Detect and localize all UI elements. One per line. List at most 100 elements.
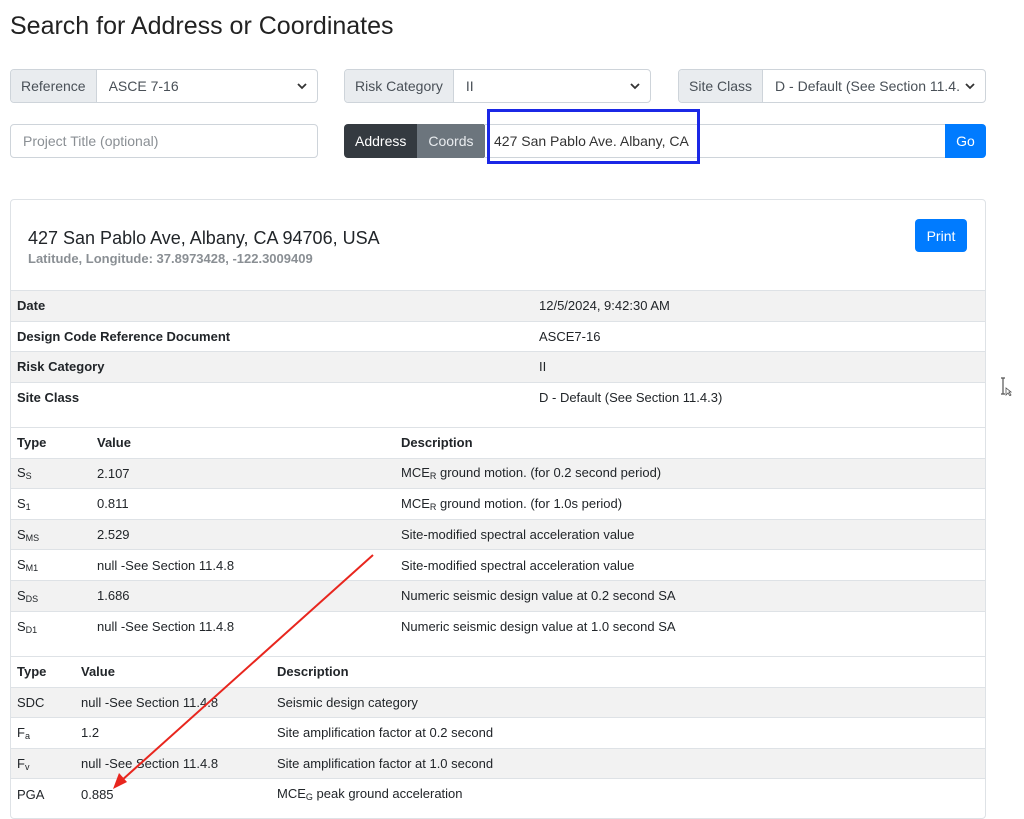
value-cell: 0.811 [91,488,395,520]
type-subscript: DS [25,593,39,604]
type-subscript: a [24,730,30,741]
table-row: SDS 1.686 Numeric seismic design value at … [11,579,985,612]
value-cell: null -See Section 11.4.8 [91,610,395,642]
coords-mode-button[interactable]: Coords [417,124,485,158]
column-header: Value [75,656,271,688]
description-text: Site amplification factor at 1.0 second [277,756,494,772]
address-input-value: 427 San Pablo Ave. Albany, CA [494,133,689,149]
info-row: Site Class D - Default (See Section 11.4.… [11,381,985,413]
type-cell: Fa [11,717,75,749]
description-cell: MCER ground motion. (for 0.2 second peri… [395,457,985,489]
project-title-input[interactable]: Project Title (optional) [10,124,318,158]
description-text: MCE [401,465,430,481]
type-symbol: F [17,724,25,740]
type-symbol: S [17,557,26,573]
description-cell: Seismic design category [271,686,985,718]
risk-category-label: Risk Category [345,70,454,102]
info-row: Date 12/5/2024, 9:42:30 AM [11,290,985,321]
column-header: Description [271,656,985,688]
site-class-value: D - Default (See Section 11.4.3) [775,78,959,94]
info-label: Design Code Reference Document [11,320,533,352]
description-cell: Numeric seismic design value at 1.0 seco… [395,610,985,642]
type-cell: Fv [11,747,75,779]
site-class-select[interactable]: Site Class D - Default (See Section 11.4… [678,69,986,103]
print-button[interactable]: Print [915,219,967,252]
table-row: PGA 0.885 MCEG peak ground acceleration [11,778,985,810]
search-mode-toggle: Address Coords [344,124,485,158]
chevron-down-icon [965,83,975,90]
info-value: D - Default (See Section 11.4.3) [533,381,985,413]
type-subscript: 1 [25,501,31,512]
value-cell: null -See Section 11.4.8 [75,686,271,718]
description-cell: Site amplification factor at 1.0 second [271,747,985,779]
table-row: SD1 null -See Section 11.4.8 Numeric seism… [11,610,985,642]
go-button[interactable]: Go [945,124,986,158]
column-header: Type [11,656,75,688]
type-symbol: SDC [17,694,45,710]
column-header: Type [11,427,91,459]
description-cell: MCEG peak ground acceleration [271,778,985,810]
reference-value: ASCE 7-16 [108,78,179,94]
result-address: 427 San Pablo Ave, Albany, CA 94706, USA [28,228,380,248]
type-symbol: S [17,587,26,603]
address-mode-button[interactable]: Address [344,124,418,158]
description-text: MCE [277,786,306,802]
description-cell: Site-modified spectral acceleration valu… [395,518,985,550]
table-row: SDC null -See Section 11.4.8 Seismic desig… [11,686,985,718]
info-value: 12/5/2024, 9:42:30 AM [533,290,985,321]
description-cell: Site amplification factor at 0.2 second [271,717,985,749]
design-parameters-table: Type Value Description SDC null -See Sect… [11,656,985,810]
table-row: SS 2.107 MCER ground motion. (for 0.2 seco… [11,457,985,489]
chevron-down-icon [297,83,307,90]
description-text: peak ground acceleration [312,786,463,802]
info-label: Date [11,290,533,321]
risk-category-value: II [465,78,474,94]
page-title: Search for Address or Coordinates [10,12,394,40]
type-subscript: v [24,761,30,772]
table-row: SMS 2.529 Site-modified spectral accelerat… [11,518,985,550]
description-cell: MCER ground motion. (for 1.0s period) [395,488,985,520]
type-subscript: D1 [25,624,38,635]
project-title-placeholder: Project Title (optional) [23,133,159,149]
type-cell: SS [11,457,91,489]
description-text: MCE [401,495,430,511]
value-cell: 0.885 [75,778,271,810]
table-row: SM1 null -See Section 11.4.8 Site-modified… [11,549,985,581]
description-text: Site-modified spectral acceleration valu… [401,557,635,573]
result-latlon: Latitude, Longitude: 37.8973428, -122.30… [28,251,313,266]
description-text: Site-modified spectral acceleration valu… [401,527,635,543]
info-value: ASCE7-16 [533,320,985,352]
info-label: Risk Category [11,351,533,382]
column-header: Value [91,427,395,459]
info-label: Site Class [11,381,533,413]
description-cell: Numeric seismic design value at 0.2 seco… [395,579,985,612]
address-input[interactable]: 427 San Pablo Ave. Albany, CA [484,124,946,158]
text-cursor-icon [1001,377,1012,396]
info-value: II [533,351,985,382]
type-symbol: S [17,465,26,481]
chevron-down-icon [630,83,640,90]
type-symbol: S [17,495,26,511]
description-text: Seismic design category [277,694,418,710]
description-text: Numeric seismic design value at 0.2 seco… [401,588,676,604]
reference-select[interactable]: Reference ASCE 7-16 [10,69,318,103]
type-cell: S1 [11,488,91,520]
info-row: Design Code Reference Document ASCE7-16 [11,320,985,352]
description-text: Numeric seismic design value at 1.0 seco… [401,619,676,635]
type-subscript: S [25,471,32,482]
type-subscript: M1 [25,563,39,574]
value-cell: 2.529 [91,518,395,550]
value-cell: null -See Section 11.4.8 [91,549,395,581]
description-cell: Site-modified spectral acceleration valu… [395,549,985,581]
type-cell: SDS [11,579,91,612]
type-cell: SDC [11,686,75,718]
type-symbol: S [17,618,26,634]
type-cell: PGA [11,778,75,810]
value-cell: null -See Section 11.4.8 [75,747,271,779]
description-text: ground motion. (for 1.0s period) [436,495,623,511]
risk-category-select[interactable]: Risk Category II [344,69,651,103]
value-cell: 1.686 [91,579,395,612]
site-class-label: Site Class [679,70,764,102]
type-cell: SMS [11,518,91,550]
info-table: Date 12/5/2024, 9:42:30 AM Design Code Ref… [11,290,985,413]
